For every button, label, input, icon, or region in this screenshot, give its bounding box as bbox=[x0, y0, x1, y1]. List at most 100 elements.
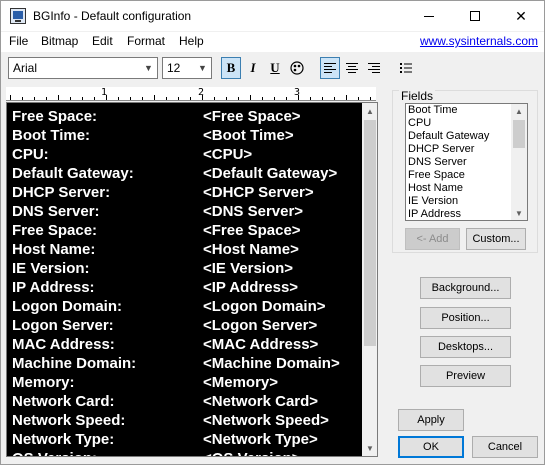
field-label: Logon Domain: bbox=[12, 298, 122, 315]
close-icon: ✕ bbox=[515, 7, 527, 24]
ruler-tick bbox=[166, 97, 167, 100]
scroll-up-arrow-icon[interactable]: ▲ bbox=[362, 103, 377, 119]
field-placeholder: <OS Version> bbox=[203, 449, 301, 456]
editor-row: Network Speed: <Network Speed> bbox=[7, 411, 361, 430]
field-list-item[interactable]: IP Address bbox=[406, 208, 527, 220]
field-list-item[interactable]: DHCP Server bbox=[406, 143, 527, 156]
align-left-icon bbox=[324, 63, 336, 73]
menu-bar: File Bitmap Edit Format Help www.sysinte… bbox=[1, 32, 544, 52]
scroll-down-arrow-icon[interactable]: ▼ bbox=[511, 206, 527, 220]
menu-file[interactable]: File bbox=[9, 34, 28, 48]
ruler-tick bbox=[70, 97, 71, 100]
font-size-value: 12 bbox=[167, 61, 181, 75]
rich-text-editor[interactable]: Free Space: <Free Space> Boot Time: <Boot T… bbox=[6, 102, 378, 457]
underline-button[interactable]: U bbox=[265, 57, 285, 79]
field-label: OS Version: bbox=[12, 449, 97, 456]
field-placeholder: <Free Space> bbox=[203, 222, 301, 239]
align-left-button[interactable] bbox=[320, 57, 340, 79]
bold-button[interactable]: B bbox=[221, 57, 241, 79]
ruler-tick bbox=[58, 95, 59, 100]
field-label: MAC Address: bbox=[12, 336, 115, 353]
field-list-item[interactable]: Default Gateway bbox=[406, 130, 527, 143]
align-center-icon bbox=[346, 63, 358, 73]
close-button[interactable]: ✕ bbox=[498, 1, 544, 31]
editor-scrollbar[interactable]: ▲ ▼ bbox=[362, 103, 377, 456]
chevron-down-icon[interactable]: ▼ bbox=[194, 58, 211, 78]
ruler-tick bbox=[250, 95, 251, 100]
ruler[interactable]: 1 2 3 bbox=[6, 87, 376, 101]
bullet-list-button[interactable] bbox=[396, 57, 416, 79]
color-button[interactable] bbox=[287, 57, 307, 79]
cancel-button[interactable]: Cancel bbox=[472, 436, 538, 458]
align-center-button[interactable] bbox=[342, 57, 362, 79]
ruler-tick bbox=[178, 97, 179, 100]
format-toolbar: Arial ▼ 12 ▼ B I U bbox=[1, 53, 544, 83]
align-right-button[interactable] bbox=[364, 57, 384, 79]
add-field-button[interactable]: <- Add bbox=[405, 228, 460, 250]
field-placeholder: <Network Speed> bbox=[203, 412, 329, 429]
field-list-item[interactable]: CPU bbox=[406, 117, 527, 130]
editor-row: Boot Time: <Boot Time> bbox=[7, 126, 361, 145]
menu-edit[interactable]: Edit bbox=[92, 34, 113, 48]
field-placeholder: <MAC Address> bbox=[203, 336, 319, 353]
bold-icon: B bbox=[226, 60, 236, 75]
menu-help[interactable]: Help bbox=[179, 34, 204, 48]
scroll-down-arrow-icon[interactable]: ▼ bbox=[362, 440, 377, 456]
field-list-item[interactable]: DNS Server bbox=[406, 156, 527, 169]
italic-button[interactable]: I bbox=[243, 57, 263, 79]
editor-row: Logon Server: <Logon Server> bbox=[7, 316, 361, 335]
ruler-tick bbox=[94, 97, 95, 100]
menu-bitmap[interactable]: Bitmap bbox=[41, 34, 78, 48]
field-list-item[interactable]: Host Name bbox=[406, 182, 527, 195]
desktops-button[interactable]: Desktops... bbox=[420, 336, 511, 358]
ok-button[interactable]: OK bbox=[398, 436, 464, 458]
field-placeholder: <IE Version> bbox=[203, 260, 294, 277]
maximize-button[interactable] bbox=[452, 1, 498, 31]
field-list-item[interactable]: IE Version bbox=[406, 195, 527, 208]
scroll-thumb[interactable] bbox=[513, 120, 525, 148]
font-size-combo[interactable]: 12 ▼ bbox=[162, 57, 212, 79]
scroll-up-arrow-icon[interactable]: ▲ bbox=[511, 104, 527, 118]
minimize-icon bbox=[424, 15, 434, 17]
editor-row: Network Card: <Network Card> bbox=[7, 392, 361, 411]
editor-row: Logon Domain: <Logon Domain> bbox=[7, 297, 361, 316]
field-placeholder: <Memory> bbox=[203, 374, 279, 391]
editor-rows: Free Space: <Free Space> Boot Time: <Boot T… bbox=[7, 107, 361, 456]
field-placeholder: <CPU> bbox=[203, 146, 253, 163]
editor-row: CPU: <CPU> bbox=[7, 145, 361, 164]
chevron-down-icon[interactable]: ▼ bbox=[140, 58, 157, 78]
field-placeholder: <Boot Time> bbox=[203, 127, 294, 144]
minimize-button[interactable] bbox=[406, 1, 452, 31]
editor-row: IE Version: <IE Version> bbox=[7, 259, 361, 278]
fields-scrollbar[interactable]: ▲ ▼ bbox=[511, 104, 527, 220]
ruler-tick bbox=[226, 97, 227, 100]
editor-row: Memory: <Memory> bbox=[7, 373, 361, 392]
menu-format[interactable]: Format bbox=[127, 34, 165, 48]
editor-row: DHCP Server: <DHCP Server> bbox=[7, 183, 361, 202]
ruler-tick bbox=[154, 95, 155, 100]
fields-listbox[interactable]: Boot Time CPU Default Gateway DHCP Server DN… bbox=[405, 103, 528, 221]
field-list-item[interactable]: Free Space bbox=[406, 169, 527, 182]
field-label: Default Gateway: bbox=[12, 165, 134, 182]
title-bar[interactable]: BGInfo - Default configuration ✕ bbox=[1, 1, 544, 31]
editor-row: OS Version: <OS Version> bbox=[7, 449, 361, 456]
field-label: IP Address: bbox=[12, 279, 95, 296]
preview-button[interactable]: Preview bbox=[420, 365, 511, 387]
ruler-tick bbox=[274, 97, 275, 100]
field-placeholder: <Host Name> bbox=[203, 241, 299, 258]
ruler-tick bbox=[334, 97, 335, 100]
custom-field-button[interactable]: Custom... bbox=[466, 228, 526, 250]
font-name-combo[interactable]: Arial ▼ bbox=[8, 57, 158, 79]
background-button[interactable]: Background... bbox=[420, 277, 511, 299]
ruler-tick bbox=[346, 95, 347, 100]
sysinternals-link[interactable]: www.sysinternals.com bbox=[420, 34, 538, 48]
ruler-tick bbox=[202, 95, 203, 100]
editor-row: IP Address: <IP Address> bbox=[7, 278, 361, 297]
scroll-thumb[interactable] bbox=[364, 120, 376, 346]
editor-row: Machine Domain: <Machine Domain> bbox=[7, 354, 361, 373]
ruler-tick bbox=[34, 97, 35, 100]
maximize-icon bbox=[470, 11, 480, 21]
apply-button[interactable]: Apply bbox=[398, 409, 464, 431]
field-list-item[interactable]: Boot Time bbox=[406, 104, 527, 117]
position-button[interactable]: Position... bbox=[420, 307, 511, 329]
